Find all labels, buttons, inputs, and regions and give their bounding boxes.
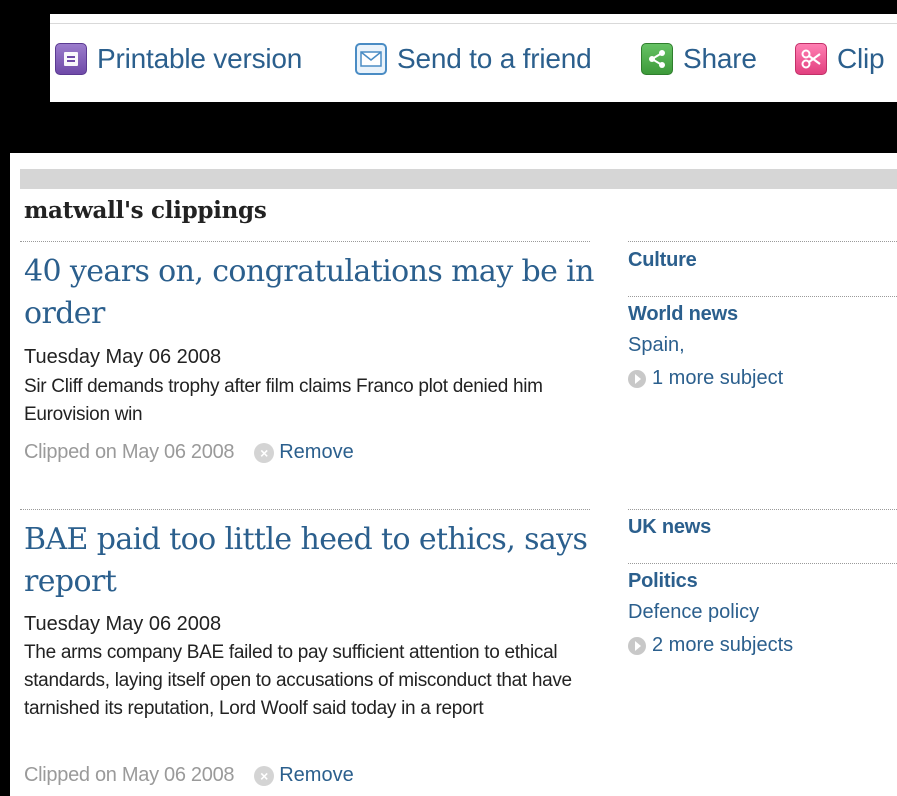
clipping-headline-link[interactable]: BAE paid too little heed to ethics, says… (24, 519, 604, 603)
scissors-icon (795, 43, 827, 75)
remove-link[interactable]: Remove (279, 764, 353, 787)
clipped-date: Clipped on May 06 2008 (24, 441, 235, 463)
clipping-date: Tuesday May 06 2008 (24, 346, 222, 368)
remove-link[interactable]: Remove (279, 441, 353, 464)
panel-header-bar (20, 169, 897, 189)
print-icon (55, 43, 87, 75)
clippings-panel: matwall's clippings 40 years on, congrat… (10, 153, 897, 796)
more-subjects-label: 1 more subject (652, 367, 784, 389)
clip-label: Clip (837, 43, 885, 74)
clippings-title: matwall's clippings (24, 197, 267, 224)
send-to-friend-label: Send to a friend (397, 43, 592, 74)
more-subjects-link[interactable]: 1 more subject (628, 367, 783, 390)
share-button[interactable]: Share (641, 42, 757, 76)
clipping-item: BAE paid too little heed to ethics, says… (20, 509, 897, 796)
more-subjects-link[interactable]: 2 more subjects (628, 634, 793, 657)
play-arrow-icon (628, 369, 646, 388)
tag-politics[interactable]: Politics (628, 570, 698, 593)
share-icon (641, 43, 673, 75)
play-arrow-icon (628, 636, 646, 655)
share-label: Share (683, 43, 757, 74)
toolbar-top-border (50, 14, 897, 24)
tag-culture[interactable]: Culture (628, 249, 697, 272)
clipping-meta: Clipped on May 06 2008 × Remove (24, 764, 354, 787)
more-subjects-label: 2 more subjects (652, 634, 794, 656)
printable-version-button[interactable]: Printable version (55, 42, 302, 76)
printable-version-label: Printable version (97, 43, 303, 74)
tag-uk-news[interactable]: UK news (628, 516, 711, 539)
clipping-headline-link[interactable]: 40 years on, congratulations may be in o… (24, 251, 604, 335)
divider (628, 241, 897, 242)
clipping-meta: Clipped on May 06 2008 × Remove (24, 441, 354, 464)
article-toolbar: Printable version Send to a friend Share (50, 14, 897, 102)
tag-defence-policy[interactable]: Defence policy (628, 601, 759, 624)
remove-icon[interactable]: × (254, 765, 275, 786)
clipping-date: Tuesday May 06 2008 (24, 613, 222, 635)
tag-spain[interactable]: Spain, (628, 334, 685, 357)
divider (628, 563, 897, 564)
clipped-date: Clipped on May 06 2008 (24, 764, 235, 786)
tag-world-news[interactable]: World news (628, 303, 738, 326)
clipping-summary: The arms company BAE failed to pay suffi… (24, 642, 572, 719)
clipping-item: 40 years on, congratulations may be in o… (20, 241, 897, 481)
send-to-friend-button[interactable]: Send to a friend (355, 42, 592, 76)
divider (628, 296, 897, 297)
divider (20, 509, 590, 510)
divider (628, 509, 897, 510)
clip-button[interactable]: Clip (795, 42, 885, 76)
mail-icon (355, 43, 387, 75)
divider (20, 241, 590, 242)
remove-icon[interactable]: × (254, 442, 275, 463)
clipping-summary: Sir Cliff demands trophy after film clai… (24, 376, 543, 425)
